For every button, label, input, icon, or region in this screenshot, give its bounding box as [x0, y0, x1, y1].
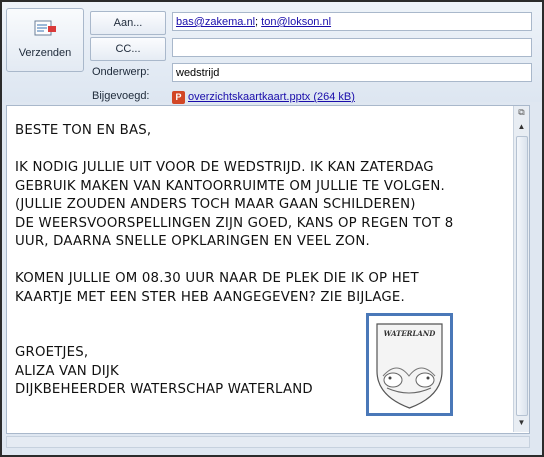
subject-field[interactable]: wedstrijd	[172, 63, 532, 82]
send-mail-icon	[34, 20, 56, 36]
scroll-thumb[interactable]	[516, 136, 528, 416]
to-address-2[interactable]: ton@lokson.nl	[261, 16, 331, 28]
send-label: Verzenden	[18, 47, 72, 59]
attachment-name[interactable]: overzichtskaartkaart.pptx (264 kB)	[188, 91, 355, 103]
paragraph-1: IK NODIG JULLIE UIT VOOR DE WEDSTRIJD. I…	[15, 160, 454, 249]
to-button[interactable]: Aan...	[90, 11, 166, 35]
subject-label: Onderwerp:	[92, 66, 150, 78]
paragraph-2: KOMEN JULLIE OM 08.30 UUR NAAR DE PLEK D…	[15, 271, 419, 305]
attached-label: Bijgevoegd:	[92, 90, 150, 102]
compose-header: Verzenden Aan... bas@zakema.nl; ton@loks…	[2, 2, 542, 105]
vertical-scrollbar[interactable]: ⧉ ▲ ▼	[513, 106, 529, 432]
powerpoint-icon: P	[172, 90, 185, 104]
send-button[interactable]: Verzenden	[6, 8, 84, 72]
cc-field[interactable]	[172, 38, 532, 57]
attachment-item[interactable]: Poverzichtskaartkaart.pptx (264 kB)	[172, 89, 355, 105]
horizontal-scrollbar[interactable]	[6, 436, 530, 448]
waterland-emblem: WATERLAND	[366, 313, 453, 416]
cc-button[interactable]: CC...	[90, 37, 166, 61]
split-icon[interactable]: ⧉	[515, 107, 528, 118]
to-field[interactable]: bas@zakema.nl; ton@lokson.nl	[172, 12, 532, 31]
to-address-1[interactable]: bas@zakema.nl	[176, 16, 255, 28]
scroll-up-icon[interactable]: ▲	[514, 120, 529, 134]
greeting: BESTE TON EN BAS,	[15, 123, 152, 138]
emblem-text: WATERLAND	[384, 329, 437, 338]
scroll-down-icon[interactable]: ▼	[514, 416, 529, 430]
shield-icon: WATERLAND	[376, 323, 443, 409]
email-compose-window: Verzenden Aan... bas@zakema.nl; ton@loks…	[0, 0, 544, 457]
